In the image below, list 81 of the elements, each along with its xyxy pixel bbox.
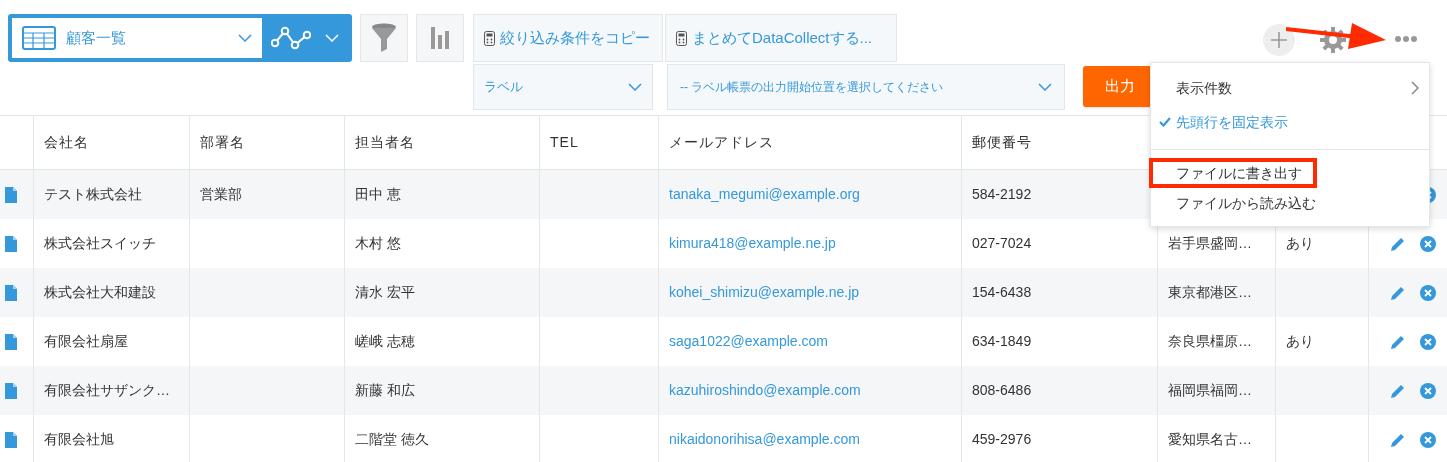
line-graph-icon <box>271 26 311 50</box>
table-cell-text: 田中 恵 <box>355 185 401 204</box>
document-icon[interactable] <box>5 333 17 350</box>
table-cell-text: テスト株式会社 <box>44 185 142 204</box>
column-header: 担当者名 <box>355 133 415 152</box>
email-link[interactable]: kohei_shimizu@example.ne.jp <box>669 282 860 303</box>
check-icon <box>1159 117 1171 127</box>
calculator-icon <box>676 30 687 46</box>
table-cell-text: あり <box>1286 332 1314 351</box>
delete-icon[interactable] <box>1420 284 1436 301</box>
table-cell-text: 嵯峨 志穂 <box>355 332 415 351</box>
email-link[interactable]: kazuhiroshindo@example.com <box>669 380 861 401</box>
document-icon[interactable] <box>5 431 17 448</box>
more-icon[interactable] <box>1394 35 1418 43</box>
settings-icon[interactable] <box>1320 27 1346 53</box>
chevron-right-icon <box>1411 81 1419 95</box>
chevron-down-icon <box>325 34 339 42</box>
column-header: メールアドレス <box>669 133 774 152</box>
table-cell-text: 有限会社サザンク… <box>44 381 170 400</box>
pencil-icon[interactable] <box>1390 431 1406 448</box>
table-cell-text: 新藤 和広 <box>355 381 415 400</box>
view-select[interactable]: 顧客一覧 <box>12 18 262 58</box>
chevron-down-icon <box>1038 83 1052 91</box>
chevron-down-icon <box>238 34 252 42</box>
table-cell-text: 東京都港区… <box>1168 283 1252 302</box>
pencil-icon[interactable] <box>1390 382 1406 399</box>
filter-button[interactable] <box>360 14 408 62</box>
document-icon[interactable] <box>5 284 17 301</box>
delete-icon[interactable] <box>1420 333 1436 350</box>
menu-item[interactable]: ファイルに書き出す <box>1149 158 1317 188</box>
pencil-icon[interactable] <box>1390 284 1406 301</box>
table-cell-text: 154-6438 <box>972 283 1032 302</box>
table-cell-text: 株式会社スイッチ <box>44 234 156 253</box>
email-link[interactable]: kimura418@example.ne.jp <box>669 233 836 254</box>
menu-item[interactable]: 先頭行を固定表示 <box>1151 105 1429 139</box>
column-header: 会社名 <box>44 133 89 152</box>
table-cell-text: 奈良県橿原… <box>1168 332 1252 351</box>
email-link[interactable]: tanaka_megumi@example.org <box>669 184 860 205</box>
view-name: 顧客一覧 <box>66 27 127 48</box>
chevron-down-icon <box>628 83 642 91</box>
table-cell-text: 027-7024 <box>972 234 1032 253</box>
delete-icon[interactable] <box>1420 235 1436 252</box>
column-header: 郵便番号 <box>972 133 1032 152</box>
delete-icon[interactable] <box>1420 382 1436 399</box>
column-header: TEL <box>550 133 579 152</box>
document-icon[interactable] <box>5 235 17 252</box>
datacollect-button[interactable]: まとめてDataCollectする... <box>665 14 897 62</box>
table-cell-text: 営業部 <box>200 185 242 204</box>
menu-item[interactable]: ファイルから読み込む <box>1149 188 1317 218</box>
table-cell-text: 岩手県盛岡… <box>1168 234 1252 253</box>
table-cell-text: 808-6486 <box>972 381 1032 400</box>
email-link[interactable]: saga1022@example.com <box>669 331 828 352</box>
table-cell-text: 木村 悠 <box>355 234 401 253</box>
chart-button[interactable] <box>416 14 464 62</box>
table-cell-text: 584-2192 <box>972 185 1032 204</box>
table-cell-text: 634-1849 <box>972 332 1032 351</box>
table-cell-text: 株式会社大和建設 <box>44 283 156 302</box>
calculator-icon <box>484 30 495 46</box>
filter-icon <box>371 23 397 53</box>
position-select[interactable]: -- ラベル帳票の出力開始位置を選択してください <box>667 64 1065 110</box>
table-cell-text: 有限会社扇屋 <box>44 332 128 351</box>
add-button[interactable] <box>1263 24 1295 56</box>
pencil-icon[interactable] <box>1390 235 1406 252</box>
column-header: 部署名 <box>200 133 245 152</box>
delete-icon[interactable] <box>1420 431 1436 448</box>
table-cell-text: 有限会社旭 <box>44 430 114 449</box>
table-cell-text: 清水 宏平 <box>355 283 415 302</box>
table-icon <box>22 26 56 50</box>
table-cell-text: 福岡県福岡… <box>1168 381 1252 400</box>
document-icon[interactable] <box>5 186 17 203</box>
label-select[interactable]: ラベル <box>473 64 653 110</box>
table-cell-text: 459-2976 <box>972 430 1032 449</box>
email-link[interactable]: nikaidonorihisa@example.com <box>669 429 860 450</box>
plus-icon <box>1271 32 1287 48</box>
copy-filter-button[interactable]: 絞り込み条件をコピー <box>473 14 663 62</box>
document-icon[interactable] <box>5 382 17 399</box>
pencil-icon[interactable] <box>1390 333 1406 350</box>
bar-chart-icon <box>431 27 449 49</box>
table-cell-text: 二階堂 徳久 <box>355 430 429 449</box>
table-cell-text: 愛知県名古… <box>1168 430 1252 449</box>
table-cell-text: あり <box>1286 234 1314 253</box>
